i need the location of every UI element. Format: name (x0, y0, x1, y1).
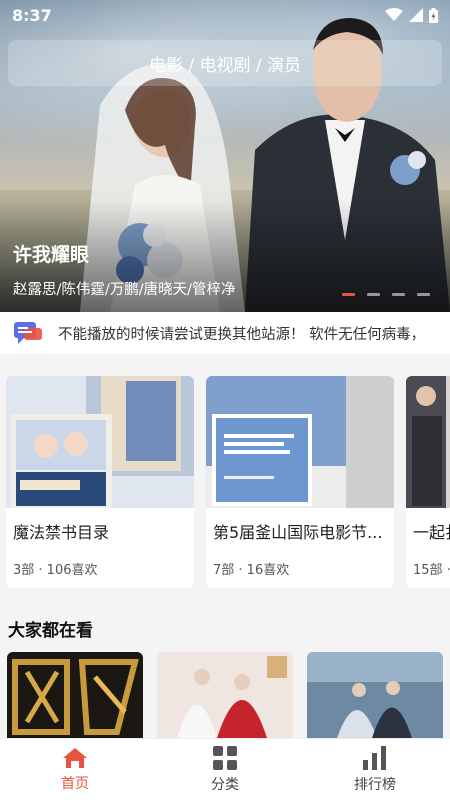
collection-list: 魔法禁书目录 3部 · 106喜欢 第5届釜山国际电影节... 7部 · 16喜 (6, 376, 450, 588)
app-screen: 8:37 电影 / 电视剧 / 演员 许我耀眼 赵露思/陈伟霆/万鹏/唐晓天/管… (0, 0, 450, 800)
status-bar: 8:37 (0, 0, 450, 30)
wifi-icon (385, 8, 403, 21)
signal-icon (409, 8, 423, 22)
carousel-dot[interactable] (367, 293, 380, 296)
collection-meta: 3部 · 106喜欢 (13, 563, 98, 578)
nav-home[interactable]: 首页 (0, 739, 150, 800)
nav-label: 分类 (211, 776, 239, 793)
poster-thumbnail[interactable] (7, 652, 143, 738)
collection-cover (206, 376, 394, 508)
section-title-trending: 大家都在看 (8, 621, 93, 641)
chat-bubble-icon (14, 322, 42, 344)
carousel-dot[interactable] (392, 293, 405, 296)
collection-meta: 15部 · (413, 563, 450, 578)
poster-thumbnail[interactable] (157, 652, 293, 738)
collection-card[interactable]: 一起扌 15部 · (406, 376, 450, 588)
collection-card[interactable]: 魔法禁书目录 3部 · 106喜欢 (6, 376, 194, 588)
hero-cast: 赵露思/陈伟霆/万鹏/唐晓天/管梓净 (13, 282, 236, 298)
poster-thumbnail[interactable] (307, 652, 443, 738)
collection-meta: 7部 · 16喜欢 (213, 563, 290, 578)
carousel-dot[interactable] (417, 293, 430, 296)
collection-title: 魔法禁书目录 (13, 523, 110, 542)
collection-title: 第5届釜山国际电影节... (213, 523, 383, 542)
carousel-indicator (342, 293, 430, 296)
status-icons (385, 7, 438, 23)
hero-title[interactable]: 许我耀眼 (13, 240, 89, 267)
status-time: 8:37 (12, 5, 52, 25)
search-placeholder: 电影 / 电视剧 / 演员 (148, 55, 302, 76)
nav-label: 首页 (61, 775, 89, 792)
collection-cover (406, 376, 450, 508)
bar-chart-icon (363, 745, 386, 770)
search-bar[interactable]: 电影 / 电视剧 / 演员 (8, 40, 442, 86)
nav-label: 排行榜 (354, 776, 396, 793)
trending-posters (7, 652, 450, 738)
collection-card[interactable]: 第5届釜山国际电影节... 7部 · 16喜欢 (206, 376, 394, 588)
grid-icon (213, 745, 237, 770)
carousel-dot[interactable] (342, 293, 355, 296)
collection-cover (6, 376, 194, 508)
notice-bar[interactable]: 不能播放的时候请尝试更换其他站源！ 软件无任何病毒， (0, 312, 450, 354)
notice-text: 不能播放的时候请尝试更换其他站源！ 软件无任何病毒， (58, 326, 426, 343)
bottom-nav: 首页 分类 排行榜 (0, 738, 450, 800)
nav-ranking[interactable]: 排行榜 (300, 739, 450, 800)
home-icon (63, 747, 87, 768)
battery-icon (429, 7, 438, 23)
nav-category[interactable]: 分类 (150, 739, 300, 800)
collection-title: 一起扌 (413, 523, 450, 542)
